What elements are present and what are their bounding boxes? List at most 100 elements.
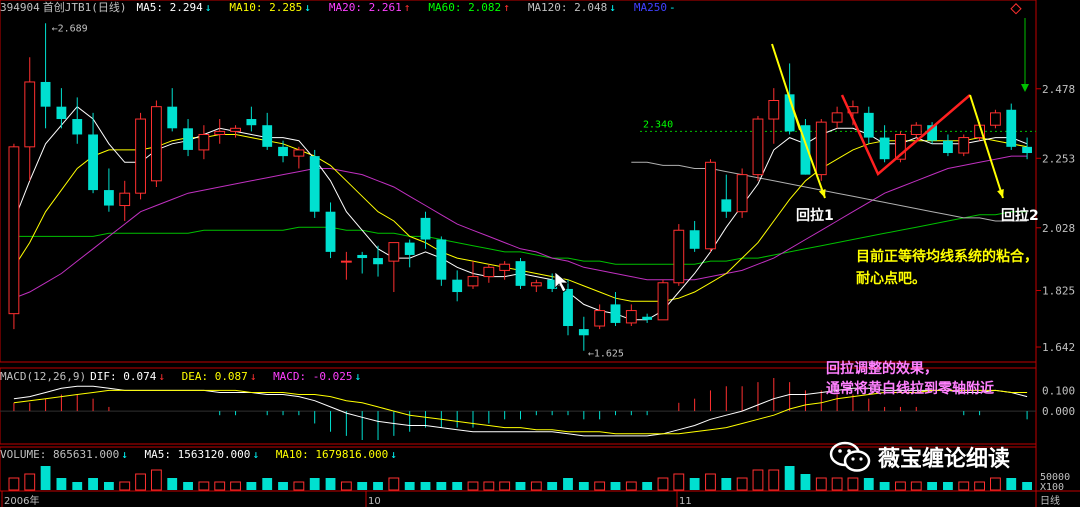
- candle-body-24: [388, 242, 400, 262]
- y-tick-label-0: 2.478: [1042, 83, 1075, 96]
- ma-legend-4: MA120: 2.048 ↓: [527, 1, 616, 14]
- volume-bar-43: [689, 478, 700, 490]
- kline-chart-window: 2.478 2.253 2.028 1.825 1.642 2.340 ←2.689 ←1.6…: [0, 0, 1080, 507]
- volume-bar-36: [578, 482, 589, 490]
- candle-body-27: [436, 239, 447, 280]
- down-indicator-head: [1021, 84, 1029, 92]
- x-axis-label-1: 10: [368, 496, 381, 507]
- ma-legend-2: MA20: 2.261 ↑: [328, 1, 411, 14]
- x-axis-label-3: 日线: [1040, 494, 1060, 507]
- volume-bar-4: [72, 482, 83, 490]
- note-yellow: 目前正等待均线系统的粘合， 耐心点吧。: [856, 246, 1038, 290]
- volume-bar-47: [752, 469, 764, 491]
- candle-body-8: [135, 118, 146, 194]
- volume-bar-53: [847, 477, 859, 491]
- volume-bar-26: [420, 482, 431, 490]
- candle-body-31: [499, 263, 511, 271]
- candle-body-64: [1022, 146, 1032, 154]
- volume-bar-41: [657, 477, 669, 491]
- candle-body-62: [990, 112, 1001, 126]
- volume-bar-11: [183, 482, 193, 490]
- candle-body-16: [262, 125, 273, 147]
- candle-body-6: [103, 190, 114, 206]
- candle-body-35: [563, 288, 573, 327]
- volume-bar-60: [958, 481, 970, 491]
- candle-body-21: [340, 260, 352, 263]
- note-pink-line-2: 通常将黄白线拉到零轴附近: [826, 381, 994, 397]
- candle-body-44: [705, 161, 716, 250]
- candle-body-29: [467, 276, 479, 287]
- red-zigzag: [840, 94, 971, 177]
- candle-body-57: [910, 124, 922, 135]
- volume-bar-3: [56, 478, 67, 490]
- macd-header: MACD(12,26,9) DIF: 0.074 ↓ DEA: 0.087 ↓ MAC…: [0, 370, 362, 383]
- volume-bar-33: [530, 481, 542, 491]
- candle-body-59: [943, 140, 953, 154]
- ma-legend-5: MA250-: [633, 1, 676, 14]
- ma-legend-3: MA60: 2.082 ↑: [428, 1, 510, 14]
- candle-body-14: [230, 127, 241, 132]
- candle-body-52: [831, 112, 843, 123]
- candle-body-13: [214, 130, 226, 135]
- volume-bar-21: [340, 481, 352, 491]
- volume-bar-32: [515, 482, 526, 490]
- volume-bar-17: [278, 482, 288, 490]
- candle-body-32: [515, 261, 526, 286]
- candle-body-54: [863, 112, 874, 138]
- candle-body-4: [72, 119, 83, 135]
- volume-bar-51: [815, 477, 827, 491]
- volume-bar-39: [625, 481, 637, 491]
- candle-body-22: [357, 254, 368, 259]
- volume-bar-57: [910, 481, 922, 491]
- candle-body-0: [8, 146, 20, 315]
- y-tick-label-2: 2.028: [1042, 222, 1075, 235]
- candle-body-5: [88, 134, 98, 191]
- volume-bar-5: [88, 478, 98, 490]
- volume-bar-63: [1006, 478, 1017, 490]
- macd-dea: DEA: 0.087: [181, 370, 248, 383]
- candle-body-43: [689, 230, 700, 249]
- pullback-label-1: 回拉1: [796, 208, 834, 224]
- pullback-2-arrow-head: [997, 189, 1004, 198]
- candle-body-28: [452, 279, 463, 293]
- candle-body-26: [420, 217, 431, 240]
- volume-bar-18: [293, 481, 305, 491]
- candle-body-3: [56, 106, 67, 120]
- candle-body-18: [293, 149, 305, 157]
- volume-tick-label-1: X100: [1040, 482, 1064, 493]
- candle-body-33: [530, 282, 542, 287]
- volume-bar-42: [673, 473, 685, 491]
- pullback-label-2: 回拉2: [1001, 208, 1039, 224]
- candle-body-42: [673, 229, 685, 284]
- volume-bar-59: [943, 482, 953, 490]
- volume-bar-55: [879, 482, 890, 490]
- volume-ma5: MA5: 1563120.000: [144, 448, 251, 461]
- volume-bar-28: [452, 482, 463, 490]
- volume-bar-35: [563, 478, 573, 490]
- wechat-icon: [828, 440, 872, 474]
- volume-bar-7: [119, 481, 131, 491]
- volume-bar-22: [357, 482, 368, 490]
- candle-body-40: [642, 316, 653, 320]
- candle-body-60: [958, 137, 970, 154]
- candle-body-36: [578, 329, 589, 336]
- volume-bar-25: [404, 482, 415, 490]
- price-header: 394904 首创JTB1(日线) MA5: 2.294 ↓ MA10: 2.285 ↓ M…: [0, 0, 704, 16]
- volume-bar-14: [230, 481, 241, 491]
- macd-tick-label-1: 0.000: [1042, 405, 1075, 418]
- macd-name: MACD(12,26,9): [0, 370, 87, 383]
- candle-body-9: [150, 106, 162, 182]
- volume-bar-37: [594, 481, 606, 491]
- candle-body-23: [373, 258, 383, 265]
- volume-bar-29: [467, 481, 479, 491]
- low-label: ←1.625: [588, 348, 624, 359]
- volume-bar-12: [198, 481, 210, 491]
- volume-bar-31: [499, 481, 511, 491]
- volume-bar-45: [721, 478, 732, 490]
- volume-bar-9: [150, 469, 162, 491]
- candle-body-30: [483, 266, 495, 278]
- candle-body-46: [736, 174, 748, 213]
- pullback-2-arrow: [969, 94, 1004, 199]
- volume-bar-56: [895, 481, 906, 491]
- candle-body-45: [721, 199, 732, 212]
